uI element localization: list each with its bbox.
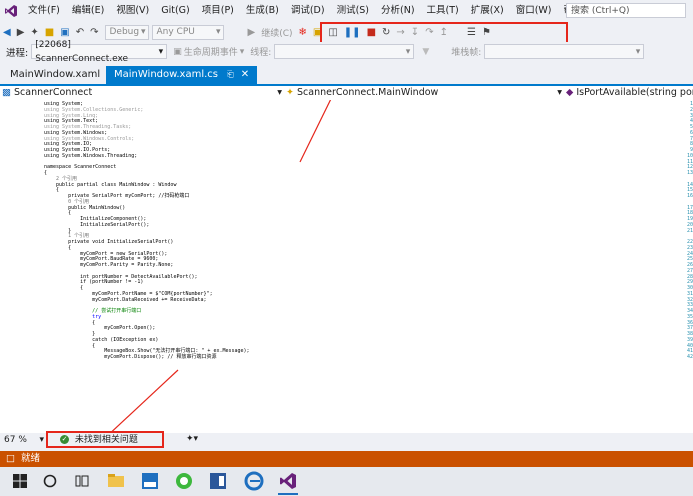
menu-item[interactable]: 项目(P) [196, 0, 240, 22]
visual-studio-logo-icon[interactable] [0, 0, 22, 22]
stack-frame-label: 堆栈帧: [451, 48, 482, 58]
chevron-down-icon[interactable]: ▾ [240, 47, 245, 57]
menu-item[interactable]: 窗口(W) [510, 0, 558, 22]
class-icon: ✦ [286, 87, 294, 98]
undo-icon[interactable]: ↶ [76, 27, 84, 38]
tab-mainwindow-xaml[interactable]: MainWindow.xaml [2, 66, 108, 84]
lifecycle-events-label[interactable]: 生命周期事件 [184, 45, 238, 58]
status-bar: □ 就绪 [0, 451, 693, 467]
document-tabs: MainWindow.xaml MainWindow.xaml.cs ⎗ ✕ [0, 66, 693, 86]
git-icon[interactable]: ✦▾ [186, 434, 198, 444]
forward-icon[interactable]: ▶ [17, 27, 25, 38]
thread-label: 线程: [250, 48, 272, 58]
chevron-down-icon: ▾ [635, 46, 641, 57]
arrow-to-issues [109, 369, 179, 433]
project-name: ScannerConnect [14, 87, 93, 98]
platform-value: Any CPU [156, 27, 195, 37]
menu-items: 文件(F) 编辑(E) 视图(V) Git(G) 项目(P) 生成(B) 调试(D) 测试(S… [22, 0, 603, 22]
menu-item[interactable]: Git(G) [155, 0, 196, 22]
menu-item[interactable]: 编辑(E) [66, 0, 110, 22]
zoom-level: 67 % [4, 435, 27, 445]
filter-icon[interactable]: ▼ [422, 47, 429, 57]
chevron-down-icon: ▾ [277, 87, 282, 98]
process-combo[interactable]: [22068] ScannerConnect.exe ▾ [31, 40, 168, 64]
member-name: IsPortAvailable(string portNa [576, 87, 693, 98]
issues-highlight [46, 431, 164, 448]
arrow-to-debug-toolbar [299, 100, 332, 163]
tab-mainwindow-xaml-cs[interactable]: MainWindow.xaml.cs ⎗ ✕ [106, 66, 258, 84]
status-bar-icon: □ [6, 453, 15, 464]
back-icon[interactable]: ◀ [3, 27, 11, 38]
status-text: 就绪 [21, 453, 41, 464]
project-dropdown[interactable]: ▩ ScannerConnect ▾ [2, 86, 282, 100]
search-icon[interactable] [40, 471, 60, 491]
open-folder-icon[interactable]: ■ [45, 27, 54, 38]
tab-label: MainWindow.xaml [10, 69, 101, 80]
menu-item[interactable]: 测试(S) [331, 0, 375, 22]
navigation-bar: ▩ ScannerConnect ▾ ✦ ScannerConnect.Main… [0, 86, 693, 101]
hot-reload-icon[interactable]: ❄ [299, 27, 307, 38]
file-explorer-icon[interactable] [106, 471, 126, 491]
save-icon[interactable]: ▣ [60, 27, 69, 38]
new-project-icon[interactable]: ✦ [30, 27, 38, 38]
dev-tool-icon[interactable] [140, 471, 160, 491]
close-icon[interactable]: ✕ [241, 69, 249, 80]
menu-item[interactable]: 调试(D) [285, 0, 331, 22]
code-editor[interactable]: 1 using System; 2 using System.Collections.… [0, 100, 693, 433]
chevron-down-icon: ▾ [405, 46, 411, 57]
continue-button[interactable]: 继续(C) [261, 26, 292, 39]
redo-icon[interactable]: ↷ [90, 27, 98, 38]
chevron-down-icon: ▾ [215, 27, 221, 37]
method-icon: ◆ [566, 87, 574, 98]
class-dropdown[interactable]: ✦ ScannerConnect.MainWindow ▾ [286, 86, 562, 100]
word-icon[interactable] [208, 471, 228, 491]
process-value: [22068] ScannerConnect.exe [35, 39, 129, 64]
member-dropdown[interactable]: ◆ IsPortAvailable(string portNa [566, 86, 693, 100]
chevron-down-icon: ▾ [39, 435, 44, 445]
platform-combo[interactable]: Any CPU ▾ [152, 24, 225, 40]
active-app-indicator [278, 493, 298, 495]
menu-item[interactable]: 视图(V) [110, 0, 155, 22]
stack-frame-combo[interactable]: ▾ [484, 44, 645, 59]
chevron-down-icon: ▾ [557, 87, 562, 98]
visual-studio-taskbar-icon[interactable] [278, 471, 298, 491]
task-view-icon[interactable] [72, 471, 92, 491]
zoom-combo[interactable]: 67 % ▾ [4, 433, 44, 447]
chevron-down-icon: ▾ [158, 46, 164, 57]
debug-location-toolbar: 进程: [22068] ScannerConnect.exe ▾ ▣ 生命周期事件… [0, 40, 693, 64]
thread-combo[interactable]: ▾ [274, 44, 415, 59]
menu-item[interactable]: 扩展(X) [465, 0, 510, 22]
edge-icon[interactable] [244, 471, 264, 491]
pin-icon[interactable]: ⎗ [227, 70, 233, 79]
search-input[interactable]: 搜索 (Ctrl+Q) [566, 3, 686, 18]
menu-item[interactable]: 工具(T) [421, 0, 465, 22]
tab-label: MainWindow.xaml.cs [114, 69, 219, 80]
csharp-project-icon: ▩ [2, 87, 11, 98]
process-label: 进程: [6, 47, 29, 59]
windows-start-icon[interactable] [10, 471, 30, 491]
windows-taskbar [0, 467, 693, 496]
lifecycle-events-icon[interactable]: ▣ [173, 47, 182, 57]
annotation-arrows [109, 100, 332, 433]
continue-play-icon[interactable]: ▶ [247, 27, 255, 38]
class-name: ScannerConnect.MainWindow [297, 87, 439, 98]
menu-item[interactable]: 文件(F) [22, 0, 66, 22]
menu-item[interactable]: 生成(B) [240, 0, 285, 22]
menu-item[interactable]: 分析(N) [375, 0, 421, 22]
browser-360-icon[interactable] [174, 471, 194, 491]
